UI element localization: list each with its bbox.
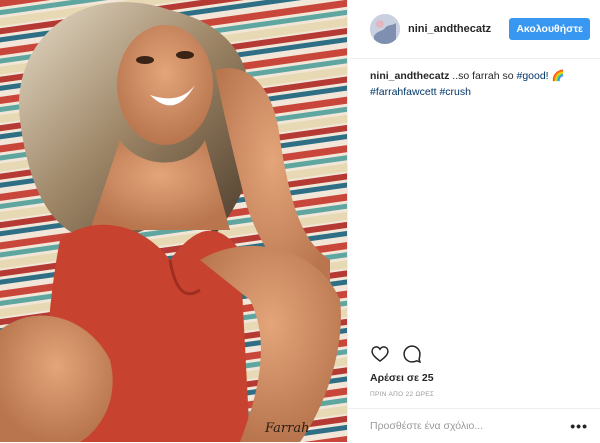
likes-count[interactable]: Αρέσει σε 25 [370,372,434,384]
post-header: nini_andthecatz Ακολουθήστε [348,0,600,59]
caption-text: ..so farrah so [449,70,517,82]
photo-signature: Farrah [264,421,309,436]
more-options-icon[interactable]: ••• [570,418,588,434]
caption-username[interactable]: nini_andthecatz [370,70,449,82]
heart-icon[interactable] [370,344,390,369]
photo-artwork: Farrah [0,0,347,442]
instagram-post: Farrah nini_andthecatz Ακολουθήστε nini_… [0,0,600,442]
post-sidebar: nini_andthecatz Ακολουθήστε nini_andthec… [347,0,600,442]
follow-button[interactable]: Ακολουθήστε [509,18,590,40]
hashtag-good[interactable]: #good! [516,70,548,82]
comment-bar: Προσθέστε ένα σχόλιο... ••• [348,408,600,443]
post-timestamp[interactable]: ΠΡΙΝ ΑΠΟ 22 ΩΡΕΣ [370,391,434,398]
hashtag-farrahfawcett[interactable]: #farrahfawcett [370,86,437,98]
username-link[interactable]: nini_andthecatz [408,23,509,35]
post-caption: nini_andthecatz ..so farrah so #good! 🌈 … [348,59,600,100]
post-actions [370,344,422,369]
avatar[interactable] [370,14,400,44]
comment-icon[interactable] [402,344,422,369]
comment-input[interactable]: Προσθέστε ένα σχόλιο... [370,420,570,432]
rainbow-emoji: 🌈 [551,70,565,82]
post-photo[interactable]: Farrah [0,0,347,442]
avatar-image [370,14,400,44]
hashtag-crush[interactable]: #crush [439,86,471,98]
